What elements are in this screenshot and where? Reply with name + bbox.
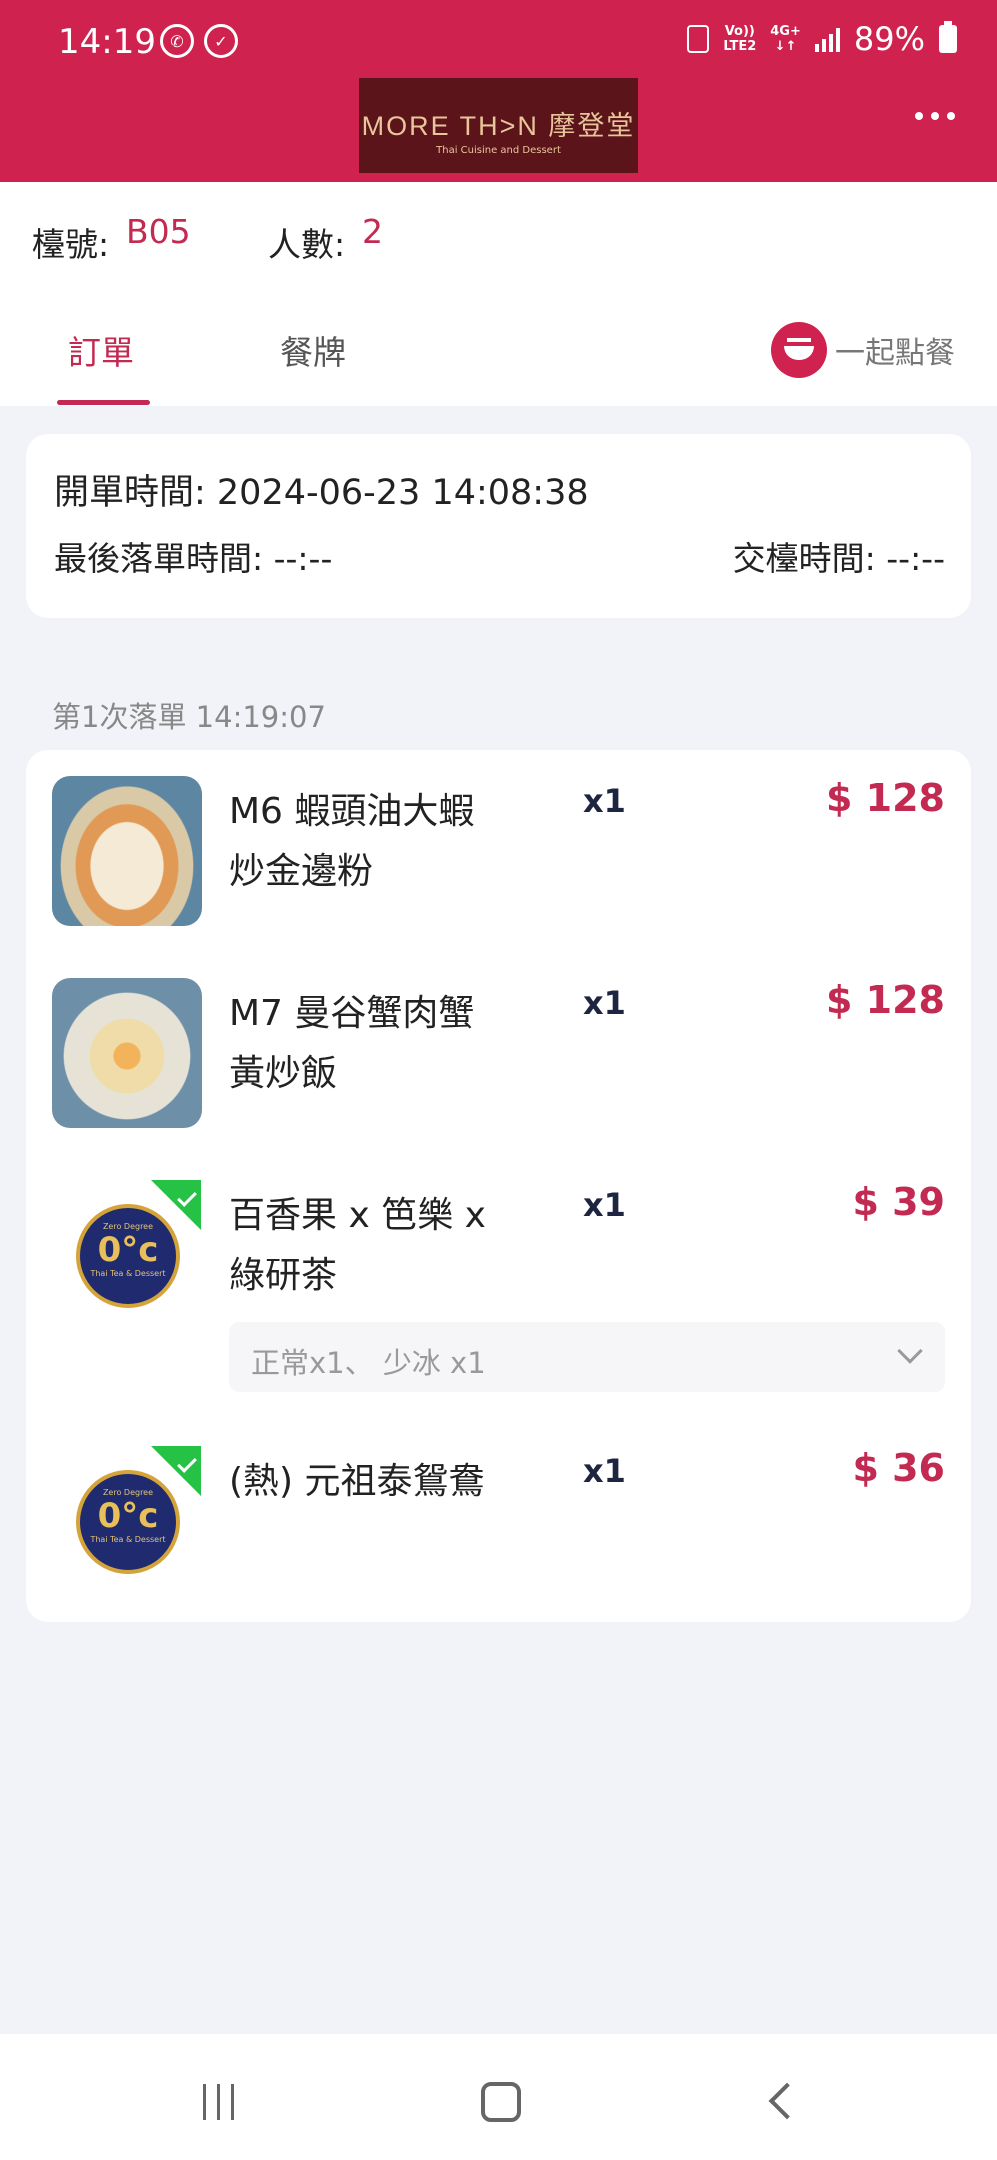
tab-order[interactable]: 訂單 [68,326,134,374]
bowl-icon [771,322,827,378]
dish-photo [52,978,202,1128]
back-icon[interactable] [768,2082,806,2120]
item-qty: x1 [583,1186,626,1224]
volte-indicator: Vo)) LTE2 [723,24,756,54]
whatsapp-icon: ✆ [160,24,194,58]
checkout-time: 交檯時間: --:-- [732,539,945,578]
app-header: 14:19 ✆ ✓ Vo)) LTE2 4G+ ↓↑ 89% MORE TH>N… [0,0,997,182]
item-options-dropdown[interactable]: 正常x1、 少冰 x1 [229,1322,945,1392]
brand-logo-bottom: Thai Tea & Dessert [90,1535,166,1544]
signal-icon [814,26,840,52]
people-count: 2 [362,212,383,251]
order-round-label: 第1次落單 14:19:07 [52,700,326,734]
people-label: 人數: [268,225,346,264]
system-nav-bar [0,2034,997,2160]
status-notification-icons: ✆ ✓ [160,24,238,58]
logo-title: MORE TH>N 摩登堂 [361,111,636,141]
tab-menu[interactable]: 餐牌 [280,326,346,374]
item-price: $ 128 [826,776,945,820]
item-price: $ 36 [852,1446,945,1490]
sent-badge [151,1446,201,1496]
lte-label: LTE2 [723,39,757,54]
table-info-bar: 檯號: B05 人數: 2 [0,182,997,282]
item-name: M6 蝦頭油大蝦炒金邊粉 [229,791,475,892]
order-time-card: 開單時間: 2024-06-23 14:08:38 最後落單時間: --:-- … [26,434,971,618]
brand-logo-main: 0°c [97,1230,159,1270]
order-items-card: M6 蝦頭油大蝦炒金邊粉 x1 $ 128 M7 曼谷蟹肉蟹黃炒飯 x1 $ 1… [26,750,971,1622]
battery-percent: 89% [853,20,925,58]
last-order-time: 最後落單時間: --:-- [54,539,333,578]
shield-icon: ✓ [204,24,238,58]
volte-label: Vo)) [724,24,755,39]
tab-bar: 訂單 餐牌 一起點餐 [0,282,997,406]
open-time: 開單時間: 2024-06-23 14:08:38 [54,473,589,513]
item-name: (熱) 元祖泰鴛鴦 [229,1461,485,1502]
battery-icon [939,21,957,53]
recents-icon[interactable] [203,2084,234,2120]
logo-subtitle: Thai Cuisine and Dessert [436,145,561,156]
sent-badge [151,1180,201,1230]
item-name: 百香果 x 笆樂 x 綠研茶 [229,1195,486,1296]
dish-photo [52,776,202,926]
restaurant-logo: MORE TH>N 摩登堂 Thai Cuisine and Dessert [359,78,638,173]
item-options-text: 正常x1、 少冰 x1 [251,1346,486,1380]
brand-logo-bottom: Thai Tea & Dessert [90,1269,166,1278]
brand-logo-main: 0°c [97,1496,159,1536]
item-qty: x1 [583,782,626,820]
item-qty: x1 [583,1452,626,1490]
more-options-icon[interactable] [915,112,955,120]
item-price: $ 39 [852,1180,945,1224]
active-tab-indicator [57,400,150,405]
table-number: B05 [126,212,191,251]
status-time: 14:19 [58,22,156,62]
network-gen-label: 4G+ [770,24,801,39]
item-qty: x1 [583,984,626,1022]
item-price: $ 128 [826,978,945,1022]
data-arrows-icon: ↓↑ [774,39,797,54]
table-label: 檯號: [32,225,110,264]
network-type-indicator: 4G+ ↓↑ [770,24,801,54]
chevron-down-icon [897,1338,923,1364]
order-together-button[interactable]: 一起點餐 [771,322,955,378]
home-icon[interactable] [481,2082,521,2122]
order-together-label: 一起點餐 [835,336,955,371]
data-saver-icon [687,25,710,53]
status-system-icons: Vo)) LTE2 4G+ ↓↑ 89% [687,20,957,58]
item-name: M7 曼谷蟹肉蟹黃炒飯 [229,993,475,1094]
